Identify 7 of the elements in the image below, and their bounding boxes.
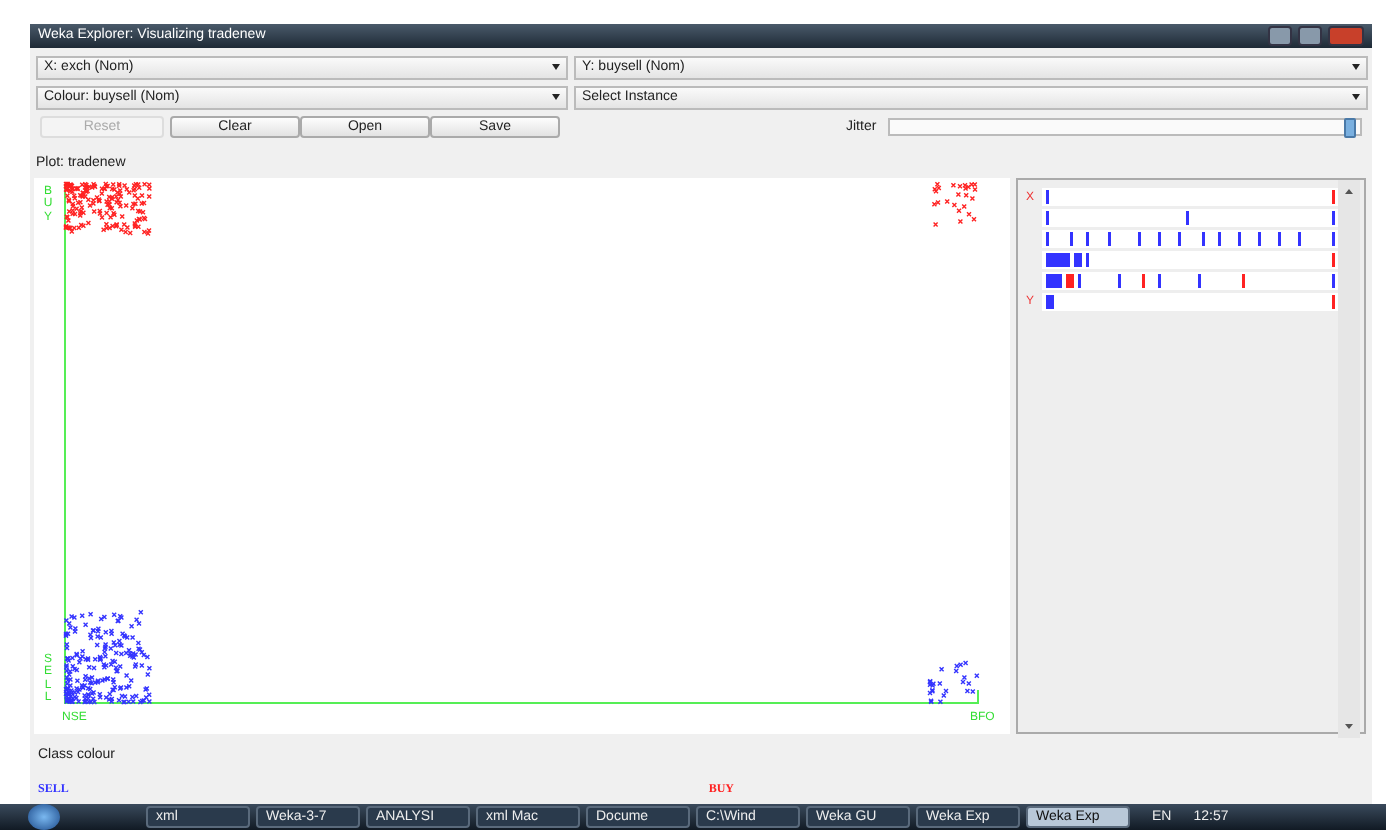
minimize-button[interactable]	[1268, 25, 1292, 46]
scrollbar[interactable]	[1338, 179, 1360, 738]
close-button[interactable]	[1328, 25, 1364, 46]
jitter-slider[interactable]	[888, 118, 1362, 137]
start-button[interactable]	[28, 804, 60, 830]
maximize-button[interactable]	[1298, 25, 1322, 46]
slider-thumb[interactable]	[1344, 118, 1357, 139]
